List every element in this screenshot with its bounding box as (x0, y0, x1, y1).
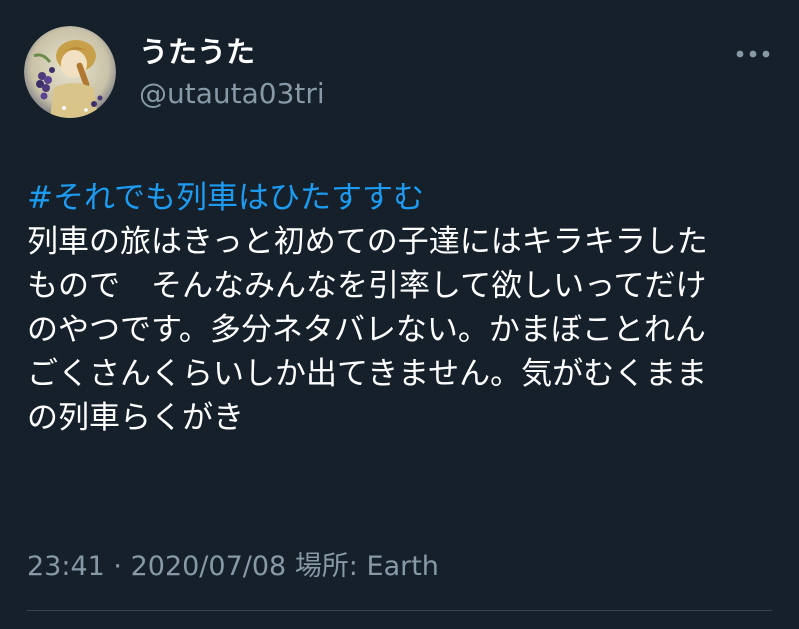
tweet-date[interactable]: 2020/07/08 (131, 551, 287, 582)
location-value: Earth (366, 551, 439, 582)
ellipsis-horizontal-icon (736, 50, 770, 58)
meta-separator: · (113, 551, 122, 582)
tweet-line: ごくさんくらいしか出てきません。気がむくまま (27, 356, 708, 392)
more-options-button[interactable] (732, 40, 774, 68)
tweet-line: の列車らくがき (27, 400, 244, 436)
tweet-meta: 23:41 · 2020/07/08 場所: Earth (27, 549, 439, 585)
tweet-line: もので そんなみんなを引率して欲しいってだけ (27, 268, 707, 304)
hashtag-link[interactable]: #それでも列車はひたすすむ (27, 176, 787, 220)
location-label: 場所: (294, 551, 358, 582)
tweet-text: #それでも列車はひたすすむ 列車の旅はきっと初めての子達にはキラキラした もので… (27, 176, 787, 440)
divider (27, 610, 772, 611)
display-name[interactable]: うたうた (139, 33, 255, 71)
user-handle[interactable]: @utauta03tri (139, 76, 325, 112)
avatar-illustration (24, 26, 116, 118)
tweet-time[interactable]: 23:41 (27, 551, 105, 582)
avatar[interactable] (24, 26, 116, 118)
tweet-line: のやつです。多分ネタバレない。かまぼことれん (27, 312, 706, 348)
tweet-line: 列車の旅はきっと初めての子達にはキラキラした (27, 224, 708, 260)
